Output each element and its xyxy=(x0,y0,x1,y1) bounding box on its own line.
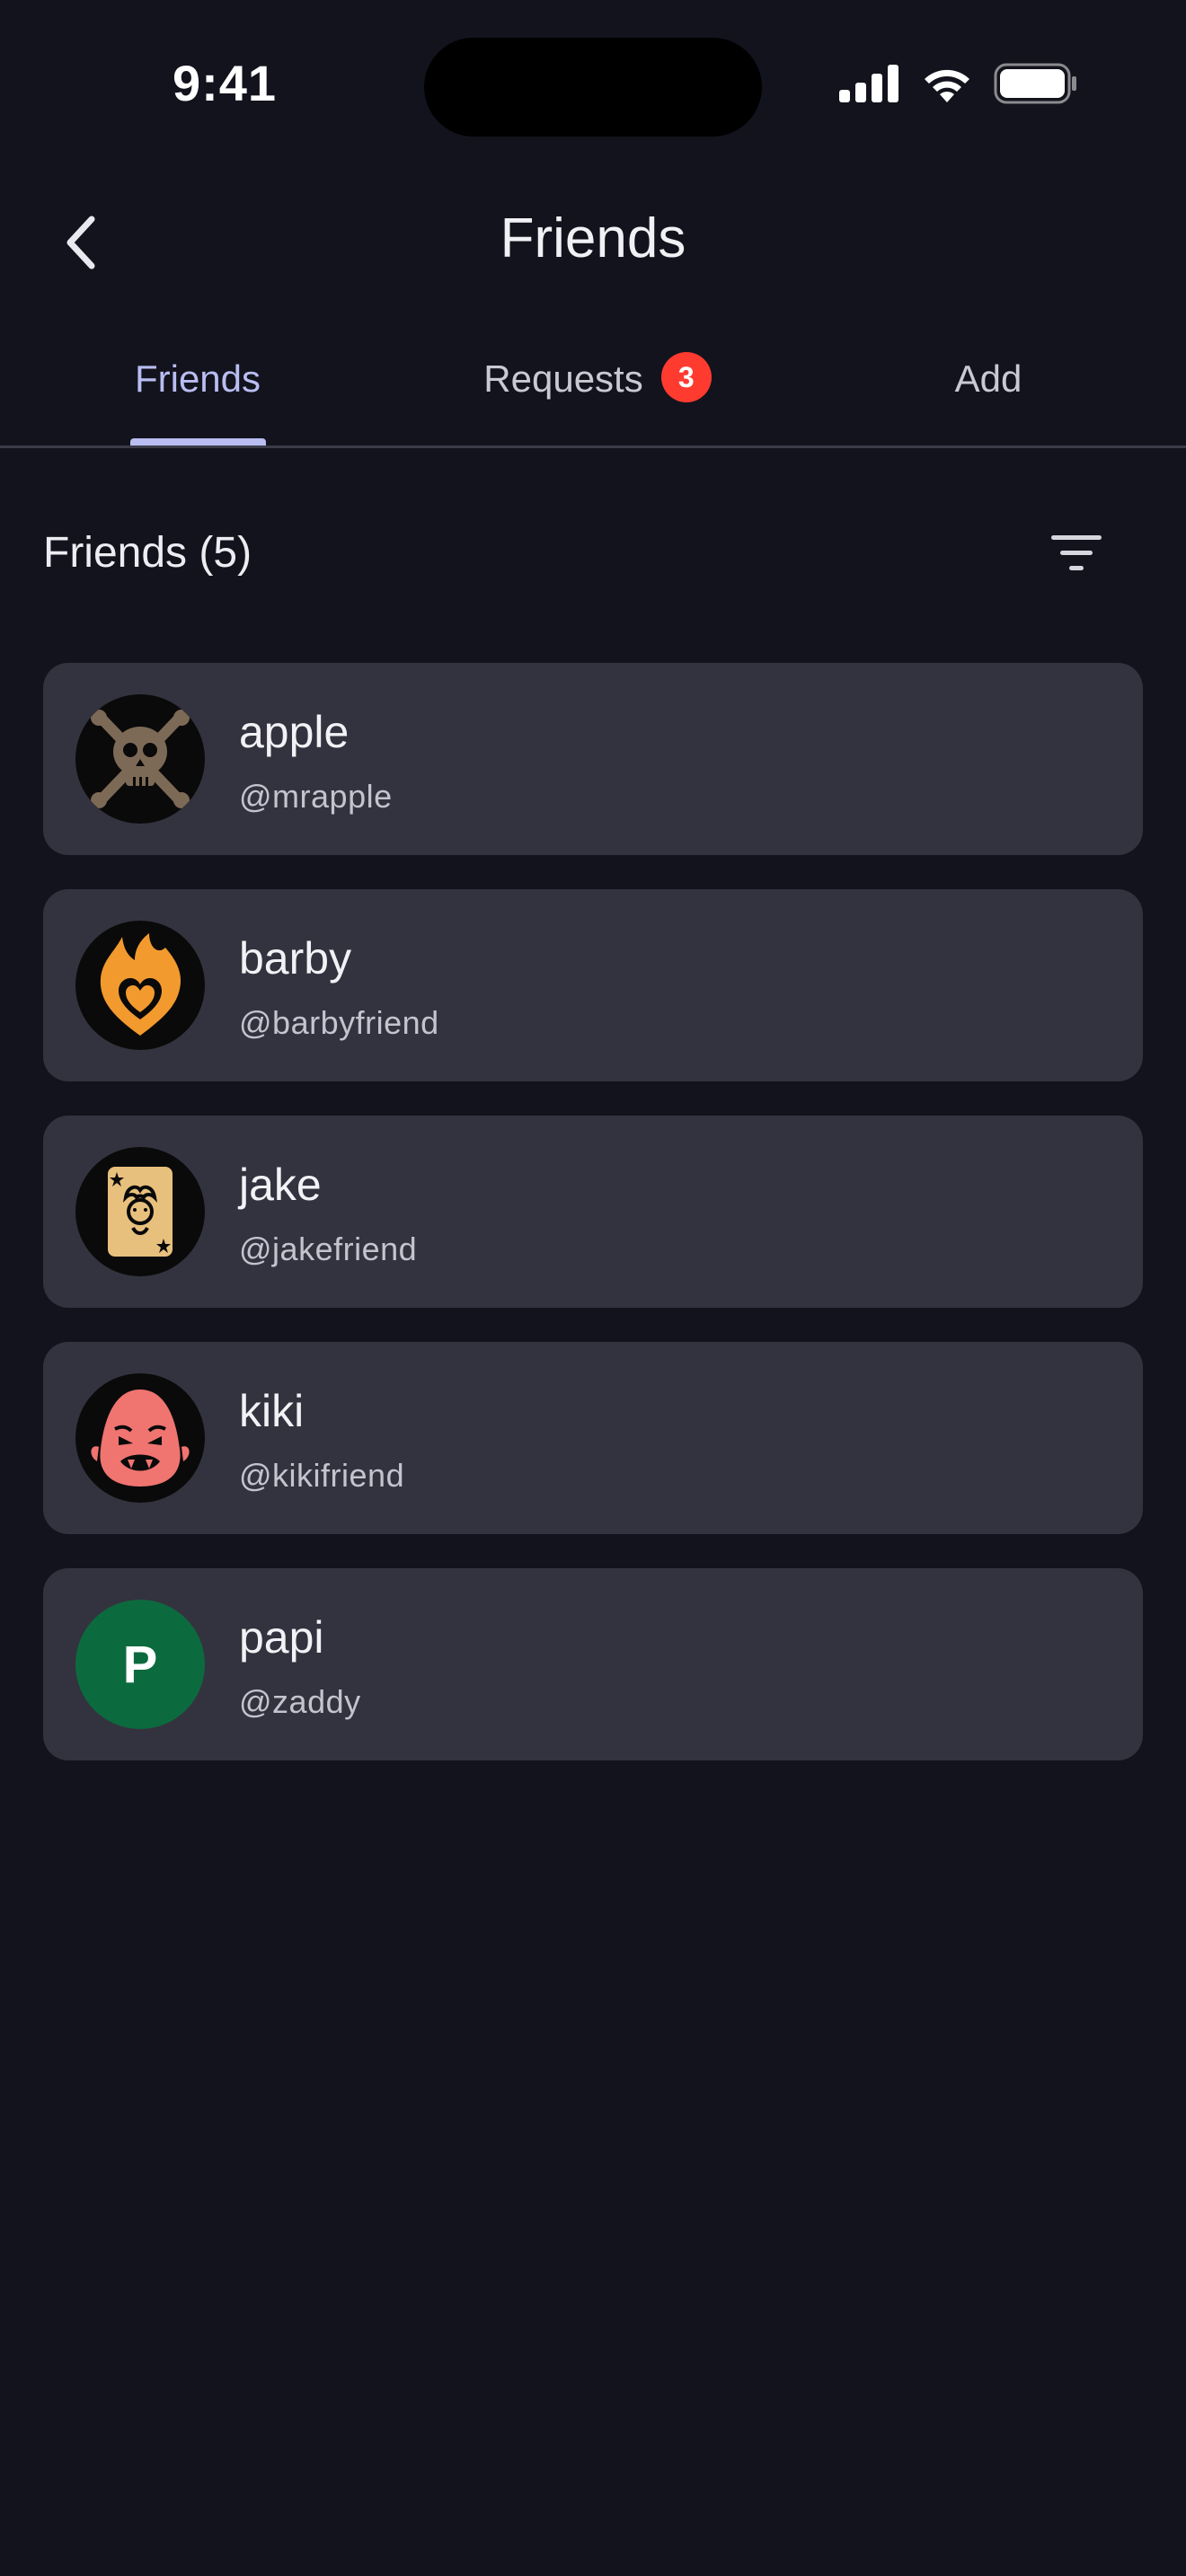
friend-list-item[interactable]: apple @mrapple xyxy=(43,663,1143,855)
friends-count-title: Friends (5) xyxy=(43,529,252,577)
tab-friends[interactable]: Friends xyxy=(99,357,296,444)
friend-name: apple xyxy=(239,707,350,757)
battery-icon xyxy=(994,63,1076,104)
avatar xyxy=(75,1147,205,1276)
skull-crossbones-icon xyxy=(91,710,190,808)
avatar xyxy=(75,1373,205,1503)
status-time: 9:41 xyxy=(172,55,278,111)
tab-friends-label: Friends xyxy=(134,357,261,400)
active-tab-indicator xyxy=(130,438,266,446)
friend-name: kiki xyxy=(239,1386,305,1436)
friend-name: jake xyxy=(239,1160,322,1210)
cellular-signal-icon xyxy=(839,65,898,102)
filter-icon xyxy=(1051,535,1102,570)
joker-card-icon xyxy=(108,1167,173,1257)
friend-handle: @mrapple xyxy=(239,778,393,815)
status-icons xyxy=(839,63,1078,104)
tab-requests-label: Requests xyxy=(483,357,643,400)
flaming-heart-icon xyxy=(100,933,181,1036)
friend-list-item[interactable]: jake @jakefriend xyxy=(43,1116,1143,1308)
friend-list-item[interactable]: kiki @kikifriend xyxy=(43,1342,1143,1534)
friend-list-item[interactable]: P papi @zaddy xyxy=(43,1568,1143,1760)
navigation-header: Friends xyxy=(0,180,1186,305)
friends-list: apple @mrapple barby @barbyfriend jake @… xyxy=(43,663,1143,1795)
tab-add-label: Add xyxy=(954,357,1022,400)
tab-add[interactable]: Add xyxy=(898,357,1078,444)
tab-bar: Friends Requests 3 Add xyxy=(0,332,1186,448)
avatar xyxy=(75,694,205,824)
friend-handle: @zaddy xyxy=(239,1683,361,1720)
filter-button[interactable] xyxy=(1042,526,1111,580)
page-title: Friends xyxy=(500,207,686,269)
requests-count-badge: 3 xyxy=(660,352,712,402)
dynamic-island xyxy=(424,38,762,137)
friend-handle: @jakefriend xyxy=(239,1231,418,1267)
friend-list-item[interactable]: barby @barbyfriend xyxy=(43,889,1143,1081)
avatar: P xyxy=(75,1600,205,1729)
friend-handle: @kikifriend xyxy=(239,1457,405,1494)
tab-requests[interactable]: Requests 3 xyxy=(449,352,746,444)
avatar xyxy=(75,921,205,1050)
friend-handle: @barbyfriend xyxy=(239,1004,439,1041)
wifi-icon xyxy=(925,69,969,102)
status-bar: 9:41 xyxy=(0,0,1186,171)
friend-name: papi xyxy=(239,1612,324,1663)
friend-name: barby xyxy=(239,933,352,984)
ogre-face-icon xyxy=(91,1389,190,1486)
